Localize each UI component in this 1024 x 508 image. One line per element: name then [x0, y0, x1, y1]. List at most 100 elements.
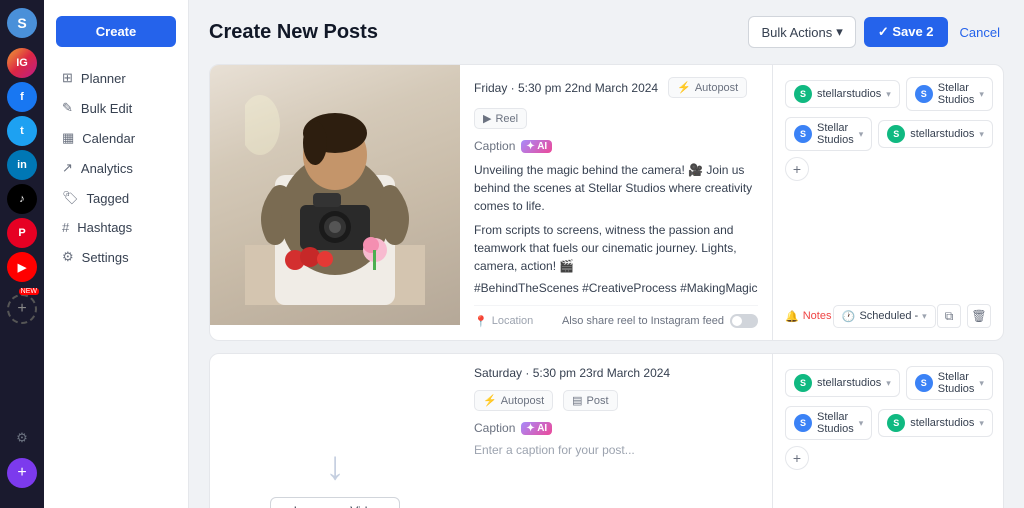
reel-icon: ▶	[483, 112, 491, 125]
chevron-icon-2c: ▾	[859, 418, 864, 429]
settings-icon: ⚙	[62, 249, 74, 265]
user-avatar[interactable]: S	[7, 8, 37, 38]
reel-tag-1[interactable]: ▶ Reel	[474, 108, 527, 129]
ai-badge-1[interactable]: ✦ AI	[521, 140, 552, 153]
account-avatar-1c: S	[794, 125, 812, 143]
settings-icon-bottom[interactable]: ⚙	[7, 422, 37, 454]
post-type-tag-2[interactable]: ▤ Post	[563, 390, 617, 411]
ai-badge-2[interactable]: ✦ AI	[521, 422, 552, 435]
account-row-1a: S stellarstudios ▾ S Stellar Studios ▾	[785, 77, 991, 111]
planner-icon: ⊞	[62, 70, 73, 86]
hashtags-icon: #	[62, 220, 69, 235]
sidebar-item-settings[interactable]: ⚙ Settings	[48, 242, 184, 272]
post-sidebar-1: S stellarstudios ▾ S Stellar Studios ▾ S…	[773, 65, 1003, 340]
autopost-tag-2[interactable]: ⚡ Autopost	[474, 390, 553, 411]
account-pill-stellarstudios-2[interactable]: S stellarstudios ▾	[878, 120, 993, 148]
upload-placeholder: ↓ + Images or Videos	[210, 354, 460, 508]
sidebar-item-hashtags[interactable]: # Hashtags	[48, 213, 184, 242]
post-date-1: Friday · 5:30 pm 22nd March 2024	[474, 81, 658, 95]
chevron-icon-1c: ▾	[859, 129, 864, 140]
page-title: Create New Posts	[209, 21, 378, 44]
account-pill-2d[interactable]: S stellarstudios ▾	[878, 409, 993, 437]
ai-icon: ✦	[526, 141, 534, 152]
scheduled-button-1[interactable]: 🕐 Scheduled - ▾	[833, 305, 936, 328]
chevron-icon-1d: ▾	[979, 129, 984, 140]
share-toggle-1: Also share reel to Instagram feed	[562, 314, 758, 328]
post-card-1: Friday · 5:30 pm 22nd March 2024 ⚡ Autop…	[209, 64, 1004, 341]
header-actions: Bulk Actions ▾ ✓ Save 2 Cancel	[748, 16, 1004, 48]
scheduled-chevron: ▾	[922, 311, 927, 322]
account-pill-2a[interactable]: S stellarstudios ▾	[785, 369, 900, 397]
location-label-1[interactable]: 📍 Location	[474, 315, 533, 328]
ai-icon-2: ✦	[526, 423, 534, 434]
sidebar: Create ⊞ Planner ✎ Bulk Edit ▦ Calendar …	[44, 0, 189, 508]
caption-text-1a: Unveiling the magic behind the camera! 🎥…	[474, 161, 758, 215]
autopost-tag-1[interactable]: ⚡ Autopost	[668, 77, 747, 98]
post-card-2: ↓ + Images or Videos Saturday · 5:30 pm …	[209, 353, 1004, 508]
location-icon: 📍	[474, 315, 488, 328]
add-account-button-2[interactable]: +	[785, 446, 809, 470]
upload-button[interactable]: + Images or Videos	[270, 497, 400, 508]
add-icon-bottom[interactable]: +	[7, 458, 37, 488]
share-toggle-switch-1[interactable]	[730, 314, 758, 328]
account-avatar-1b: S	[915, 85, 933, 103]
add-account-button-1[interactable]: +	[785, 157, 809, 181]
page-header: Create New Posts Bulk Actions ▾ ✓ Save 2…	[209, 16, 1004, 48]
account-pill-2c[interactable]: S Stellar Studios ▾	[785, 406, 872, 440]
account-row-2b: S Stellar Studios ▾ S stellarstudios ▾	[785, 406, 991, 440]
account-pill-stellar-studios-1[interactable]: S Stellar Studios ▾	[906, 77, 993, 111]
post-sidebar-2: S stellarstudios ▾ S Stellar Studios ▾ S…	[773, 354, 1003, 508]
account-row-2a: S stellarstudios ▾ S Stellar Studios ▾	[785, 366, 991, 400]
bulk-actions-button[interactable]: Bulk Actions ▾	[748, 16, 855, 48]
chevron-down-icon: ▾	[836, 24, 843, 40]
post-content-2: Saturday · 5:30 pm 23rd March 2024 ⚡ Aut…	[460, 354, 773, 508]
notes-button-1[interactable]: 🔔 Notes	[785, 310, 831, 323]
chevron-icon-1b: ▾	[979, 89, 984, 100]
social-fb[interactable]: f	[7, 82, 37, 112]
cancel-button[interactable]: Cancel	[956, 18, 1004, 47]
post-content-1: Friday · 5:30 pm 22nd March 2024 ⚡ Autop…	[460, 65, 773, 340]
social-tw[interactable]: t	[7, 116, 37, 146]
chevron-icon-2d: ▾	[979, 418, 984, 429]
create-button[interactable]: Create	[56, 16, 176, 47]
new-badge: NEW	[19, 288, 39, 295]
bulk-edit-icon: ✎	[62, 100, 73, 116]
social-pi[interactable]: P	[7, 218, 37, 248]
sidebar-item-planner[interactable]: ⊞ Planner	[48, 63, 184, 93]
clock-icon: 🕐	[842, 310, 856, 323]
caption-row-1: Caption ✦ AI	[474, 139, 758, 153]
sidebar-item-tagged[interactable]: 🏷 Tagged	[48, 183, 184, 213]
delete-button-1[interactable]: 🗑	[967, 304, 991, 328]
caption-row-2: Caption ✦ AI	[474, 421, 758, 435]
post-meta-row-1: Friday · 5:30 pm 22nd March 2024 ⚡ Autop…	[474, 77, 758, 129]
caption-text-1b: From scripts to screens, witness the pas…	[474, 221, 758, 275]
icon-actions-1: ⧉ 🗑	[937, 304, 991, 328]
post-hashtags-1: #BehindTheScenes #CreativeProcess #Makin…	[474, 281, 758, 295]
account-row-1b: S Stellar Studios ▾ S stellarstudios ▾	[785, 117, 991, 151]
account-avatar-2a: S	[794, 374, 812, 392]
main-content: Create New Posts Bulk Actions ▾ ✓ Save 2…	[189, 0, 1024, 508]
caption-placeholder-2[interactable]: Enter a caption for your post...	[474, 443, 758, 457]
post-meta-row-2: Saturday · 5:30 pm 23rd March 2024 ⚡ Aut…	[474, 366, 758, 411]
account-pill-stellarstudios-1[interactable]: S stellarstudios ▾	[785, 80, 900, 108]
account-avatar-1d: S	[887, 125, 905, 143]
account-avatar-2d: S	[887, 414, 905, 432]
lightning-icon-2: ⚡	[483, 394, 497, 407]
upload-arrow-icon: ↓	[325, 444, 345, 489]
chevron-icon-2a: ▾	[886, 378, 891, 389]
social-yt[interactable]: ▶	[7, 252, 37, 282]
chevron-icon-1a: ▾	[886, 89, 891, 100]
social-ig[interactable]: IG	[7, 48, 37, 78]
account-pill-2b[interactable]: S Stellar Studios ▾	[906, 366, 993, 400]
sidebar-item-analytics[interactable]: ↗ Analytics	[48, 153, 184, 183]
social-tk[interactable]: ♪	[7, 184, 37, 214]
sidebar-item-bulk-edit[interactable]: ✎ Bulk Edit	[48, 93, 184, 123]
copy-button-1[interactable]: ⧉	[937, 304, 961, 328]
post-actions-1: 🔔 Notes 🕐 Scheduled - ▾ ⧉ 🗑	[785, 296, 991, 328]
account-pill-stellar-studios-2[interactable]: S Stellar Studios ▾	[785, 117, 872, 151]
photographer-image	[210, 65, 460, 325]
add-social-button[interactable]: +	[7, 294, 37, 324]
sidebar-item-calendar[interactable]: ▦ Calendar	[48, 123, 184, 153]
social-li[interactable]: in	[7, 150, 37, 180]
save-button[interactable]: ✓ Save 2	[864, 17, 948, 47]
